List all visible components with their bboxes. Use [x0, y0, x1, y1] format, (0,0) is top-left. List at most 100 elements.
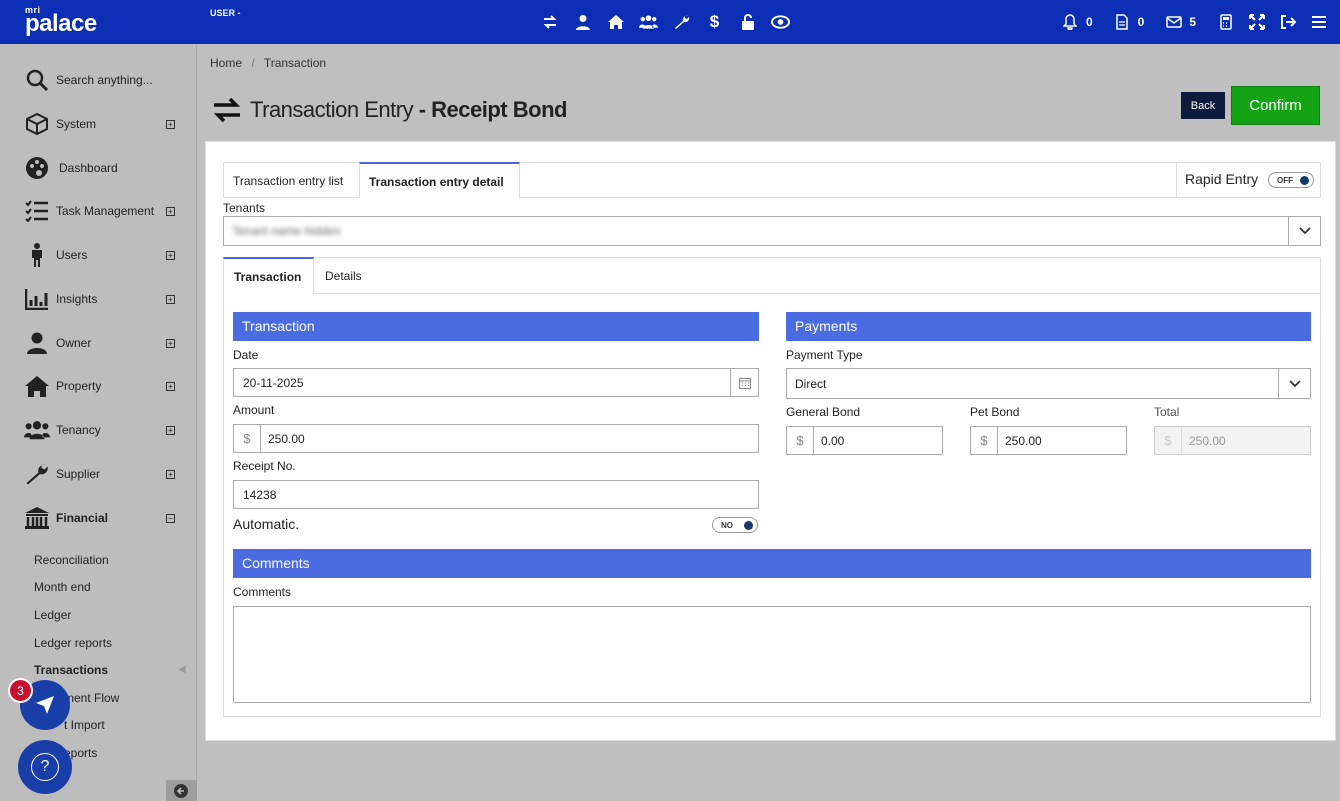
expand-icon[interactable]: + — [166, 425, 175, 435]
bell-icon[interactable] — [1061, 12, 1080, 31]
sidebar-item-owner[interactable]: Owner + — [0, 323, 197, 363]
sidebar-item-label: System — [56, 117, 97, 131]
sidebar-item-tenancy[interactable]: Tenancy + — [0, 410, 197, 450]
transaction-section-header: Transaction — [233, 312, 759, 341]
sidebar-sub-ledger-reports[interactable]: Ledger reports — [34, 636, 112, 650]
date-input[interactable]: 20-11-2025 — [233, 368, 759, 397]
collapse-icon[interactable]: − — [166, 513, 175, 523]
sidebar-item-task-management[interactable]: Task Management + — [0, 191, 197, 231]
tenants-label: Tenants — [223, 201, 266, 215]
sidebar-collapse-button[interactable] — [166, 780, 197, 801]
tab-transaction-entry-detail[interactable]: Transaction entry detail — [359, 162, 520, 199]
automatic-state: NO — [721, 520, 733, 530]
search-placeholder: Search anything... — [56, 73, 153, 87]
breadcrumb-home[interactable]: Home — [210, 56, 242, 70]
support-badge: 3 — [8, 678, 33, 703]
sidebar-search[interactable]: Search anything... — [0, 60, 197, 100]
calendar-icon[interactable] — [730, 369, 758, 396]
help-button[interactable]: ? — [18, 740, 72, 794]
user-icon[interactable] — [573, 12, 592, 31]
confirm-button[interactable]: Confirm — [1231, 86, 1320, 125]
sidebar-item-dashboard[interactable]: Dashboard — [0, 148, 197, 188]
app-logo[interactable]: mri palace — [25, 6, 97, 36]
expand-icon[interactable]: + — [166, 294, 175, 304]
expand-icon[interactable]: + — [166, 381, 175, 391]
search-icon — [24, 67, 50, 93]
tab-transaction[interactable]: Transaction — [223, 257, 314, 294]
menu-icon[interactable] — [1309, 12, 1328, 31]
sidebar-sub-ledger[interactable]: Ledger — [34, 608, 71, 622]
wrench-icon[interactable] — [672, 12, 691, 31]
eye-icon[interactable] — [771, 12, 790, 31]
sidebar-item-label: Dashboard — [59, 161, 118, 175]
mail-count: 5 — [1189, 14, 1196, 29]
sidebar-item-label: Task Management — [56, 204, 155, 218]
mail-icon[interactable] — [1164, 12, 1183, 31]
users-icon — [24, 417, 50, 443]
home-icon — [24, 373, 50, 399]
logo-palace: palace — [25, 10, 97, 37]
user-label[interactable]: USER - — [210, 8, 241, 18]
sidebar-item-label: Users — [56, 248, 88, 262]
expand-icon[interactable]: + — [166, 206, 175, 216]
rapid-entry-toggle[interactable]: OFF — [1268, 172, 1315, 189]
tab-transaction-entry-list[interactable]: Transaction entry list — [233, 174, 343, 188]
breadcrumb-current: Transaction — [263, 56, 327, 70]
tab-details[interactable]: Details — [325, 269, 362, 283]
toggle-knob — [744, 520, 753, 530]
sidebar-item-label: Insights — [56, 292, 98, 306]
amount-input[interactable]: $ 250.00 — [233, 424, 759, 453]
page-title-main: Transaction Entry — [250, 97, 414, 122]
users-icon[interactable] — [639, 12, 658, 31]
active-caret-icon: ◀ — [178, 664, 186, 675]
pet-bond-value: 250.00 — [1005, 433, 1042, 448]
expand-icon[interactable]: + — [166, 469, 175, 479]
expand-icon[interactable]: + — [166, 250, 175, 260]
sidebar-sub-import[interactable]: t Import — [64, 718, 105, 732]
sidebar-sub-transactions[interactable]: Transactions — [34, 663, 108, 677]
sidebar-sub-reconciliation[interactable]: Reconciliation — [34, 553, 109, 567]
chevron-down-icon[interactable] — [1278, 369, 1310, 398]
tenants-select[interactable]: Tenant name hidden — [223, 216, 1321, 246]
chevron-down-icon[interactable] — [1288, 217, 1320, 245]
currency-icon: $ — [234, 425, 261, 452]
paper-plane-icon — [36, 696, 54, 714]
general-bond-input[interactable]: $ 0.00 — [786, 426, 943, 455]
sidebar-item-insights[interactable]: Insights + — [0, 279, 197, 319]
receipt-input[interactable]: 14238 — [233, 480, 759, 509]
tasks-icon — [24, 198, 50, 224]
sidebar-sub-month-end[interactable]: Month end — [34, 580, 91, 594]
sidebar-item-users[interactable]: Users + — [0, 235, 197, 275]
pet-bond-input[interactable]: $ 250.00 — [970, 426, 1127, 455]
logout-icon[interactable] — [1278, 12, 1297, 31]
top-nav-icons: $ — [540, 12, 790, 31]
back-button[interactable]: Back — [1181, 92, 1225, 119]
breadcrumb-separator: / — [251, 56, 255, 70]
total-label: Total — [1154, 405, 1180, 419]
fullscreen-icon[interactable] — [1247, 12, 1266, 31]
sync-icon[interactable] — [540, 12, 559, 31]
expand-icon[interactable]: + — [166, 119, 175, 129]
calculator-icon[interactable] — [1216, 12, 1235, 31]
automatic-toggle[interactable]: NO — [712, 517, 758, 533]
sidebar-item-supplier[interactable]: Supplier + — [0, 454, 197, 494]
comments-label: Comments — [233, 585, 292, 599]
bar-chart-icon — [24, 286, 50, 312]
payment-type-value: Direct — [795, 376, 827, 391]
expand-icon[interactable]: + — [166, 338, 175, 348]
sidebar-item-financial[interactable]: Financial − — [0, 498, 197, 538]
sidebar-item-property[interactable]: Property + — [0, 366, 197, 406]
home-icon[interactable] — [606, 12, 625, 31]
document-icon[interactable] — [1113, 12, 1132, 31]
currency-icon: $ — [971, 427, 998, 454]
date-value: 20-11-2025 — [243, 375, 304, 390]
payment-type-select[interactable]: Direct — [786, 368, 1311, 399]
sidebar-item-label: Financial — [56, 511, 109, 525]
sidebar-sub-payment-flow[interactable]: ment Flow — [64, 691, 119, 705]
comments-textarea[interactable] — [233, 606, 1311, 703]
total-input: $ 250.00 — [1154, 426, 1311, 455]
dollar-icon[interactable]: $ — [705, 12, 724, 31]
receipt-value: 14238 — [243, 487, 277, 502]
unlock-icon[interactable] — [738, 12, 757, 31]
sidebar-item-system[interactable]: System + — [0, 104, 197, 144]
